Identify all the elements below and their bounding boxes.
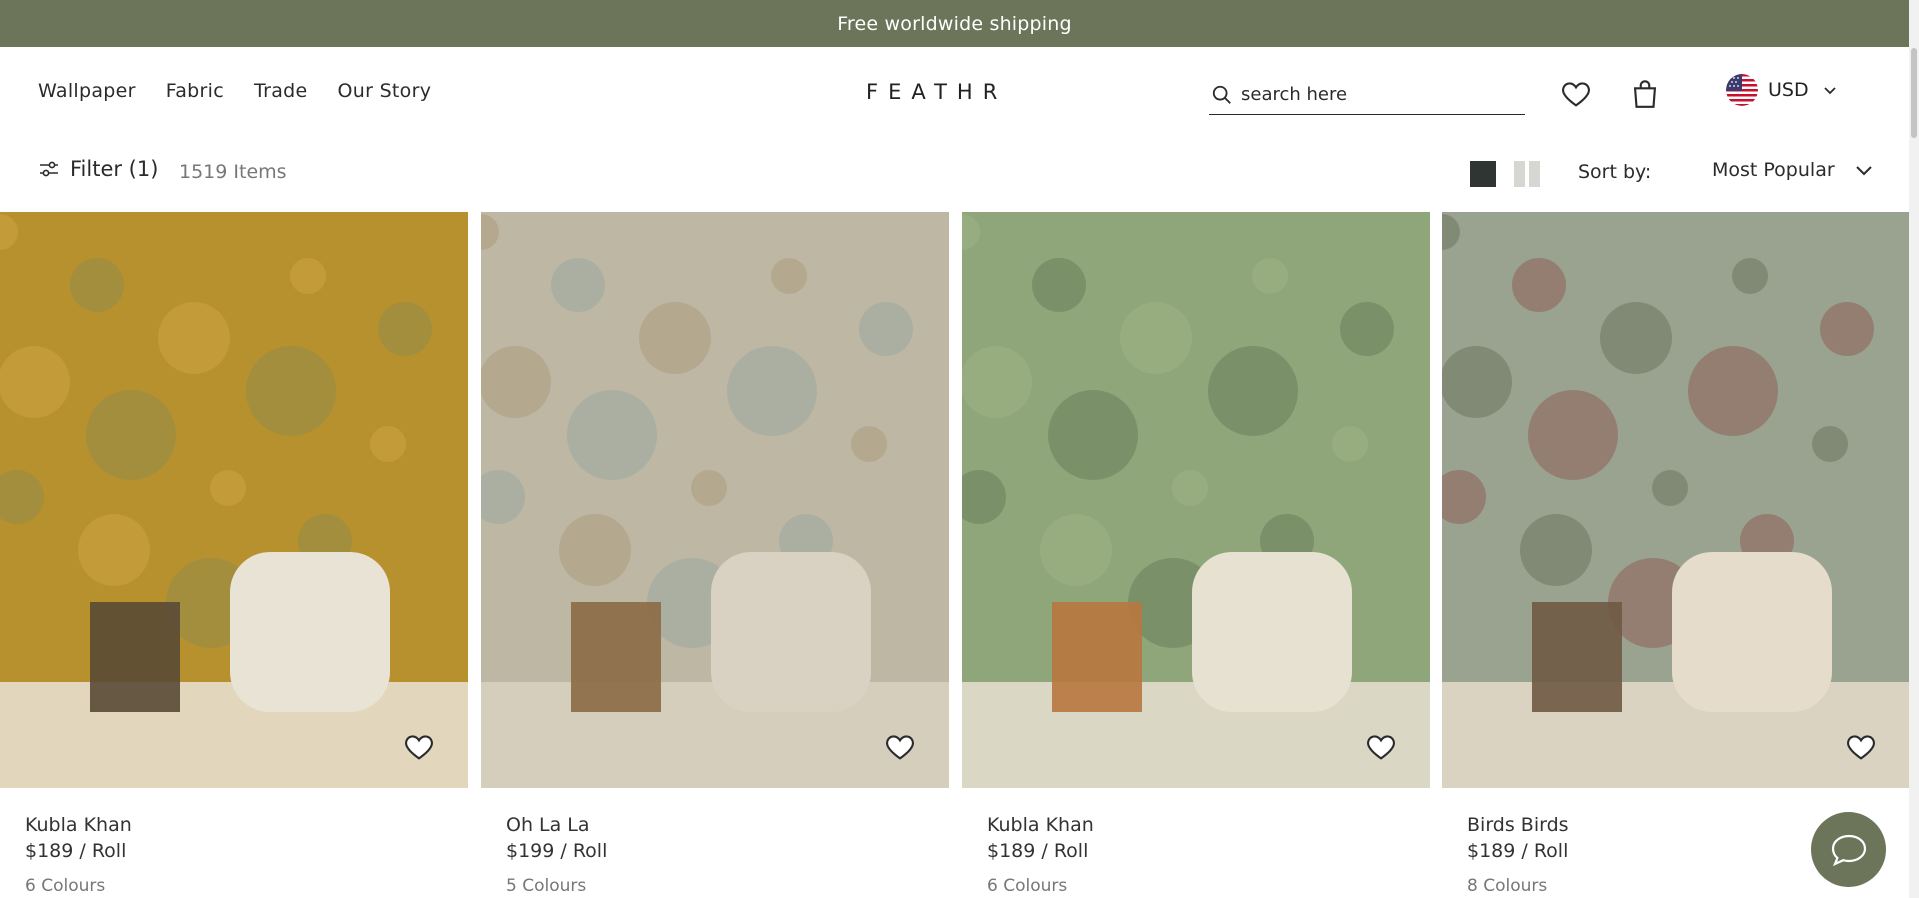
- sort-dropdown[interactable]: Most Popular: [1712, 159, 1873, 181]
- us-flag-icon: [1726, 74, 1758, 106]
- chat-bubble-icon: [1831, 834, 1866, 866]
- announcement-bar: Free worldwide shipping: [0, 0, 1909, 47]
- item-count: 1519 Items: [179, 161, 287, 183]
- filter-label: Filter (1): [70, 157, 159, 181]
- double-view-icon[interactable]: [1514, 161, 1540, 187]
- product-name[interactable]: Kubla Khan: [25, 814, 132, 836]
- search-bar: [1209, 75, 1525, 115]
- sort-value: Most Popular: [1712, 159, 1835, 181]
- product-colours: 5 Colours: [506, 876, 587, 896]
- heart-icon[interactable]: [1559, 77, 1593, 111]
- nav-wallpaper[interactable]: Wallpaper: [38, 80, 136, 102]
- currency-selector[interactable]: USD: [1726, 74, 1837, 106]
- product-price: $199 / Roll: [506, 840, 608, 862]
- product-name[interactable]: Kubla Khan: [987, 814, 1094, 836]
- product-image[interactable]: [0, 212, 468, 788]
- product-card[interactable]: Kubla Khan $189 / Roll 6 Colours: [962, 212, 1430, 898]
- currency-label: USD: [1768, 79, 1809, 101]
- product-image[interactable]: [1442, 212, 1910, 788]
- wishlist-heart-icon[interactable]: [402, 730, 436, 764]
- product-price: $189 / Roll: [987, 840, 1089, 862]
- single-view-icon[interactable]: [1470, 161, 1496, 187]
- chat-button[interactable]: [1811, 812, 1886, 887]
- filter-icon: [40, 161, 58, 177]
- announcement-text: Free worldwide shipping: [837, 12, 1072, 35]
- chevron-down-icon: [1855, 166, 1872, 176]
- product-colours: 6 Colours: [25, 876, 106, 896]
- product-card[interactable]: Birds Birds $189 / Roll 8 Colours: [1442, 212, 1910, 898]
- listing-toolbar: Filter (1) 1519 Items Sort by: Most Popu…: [0, 139, 1909, 211]
- filter-button[interactable]: Filter (1): [38, 157, 158, 181]
- nav-fabric[interactable]: Fabric: [166, 80, 224, 102]
- nav-our-story[interactable]: Our Story: [338, 80, 432, 102]
- search-input[interactable]: [1241, 84, 1511, 105]
- site-header: Wallpaper Fabric Trade Our Story FEATHR: [0, 47, 1909, 139]
- wishlist-heart-icon[interactable]: [1364, 730, 1398, 764]
- product-name[interactable]: Oh La La: [506, 814, 590, 836]
- product-grid: Kubla Khan $189 / Roll 6 Colours Oh La L…: [0, 212, 1910, 898]
- product-image[interactable]: [962, 212, 1430, 788]
- product-image[interactable]: [481, 212, 949, 788]
- product-price: $189 / Roll: [25, 840, 127, 862]
- product-card[interactable]: Kubla Khan $189 / Roll 6 Colours: [0, 212, 468, 898]
- product-card[interactable]: Oh La La $199 / Roll 5 Colours: [481, 212, 949, 898]
- page-scrollbar[interactable]: [1909, 0, 1919, 898]
- chevron-down-icon: [1823, 87, 1836, 95]
- scrollbar-thumb[interactable]: [1911, 48, 1917, 138]
- product-name[interactable]: Birds Birds: [1467, 814, 1569, 836]
- product-colours: 6 Colours: [987, 876, 1068, 896]
- main-nav: Wallpaper Fabric Trade Our Story: [38, 80, 431, 102]
- nav-trade[interactable]: Trade: [254, 80, 308, 102]
- bag-icon[interactable]: [1628, 77, 1662, 111]
- wishlist-heart-icon[interactable]: [1844, 730, 1878, 764]
- sort-label: Sort by:: [1578, 161, 1652, 183]
- product-colours: 8 Colours: [1467, 876, 1548, 896]
- product-price: $189 / Roll: [1467, 840, 1569, 862]
- site-logo[interactable]: FEATHR: [866, 80, 1007, 104]
- wishlist-heart-icon[interactable]: [883, 730, 917, 764]
- search-icon[interactable]: [1211, 84, 1233, 106]
